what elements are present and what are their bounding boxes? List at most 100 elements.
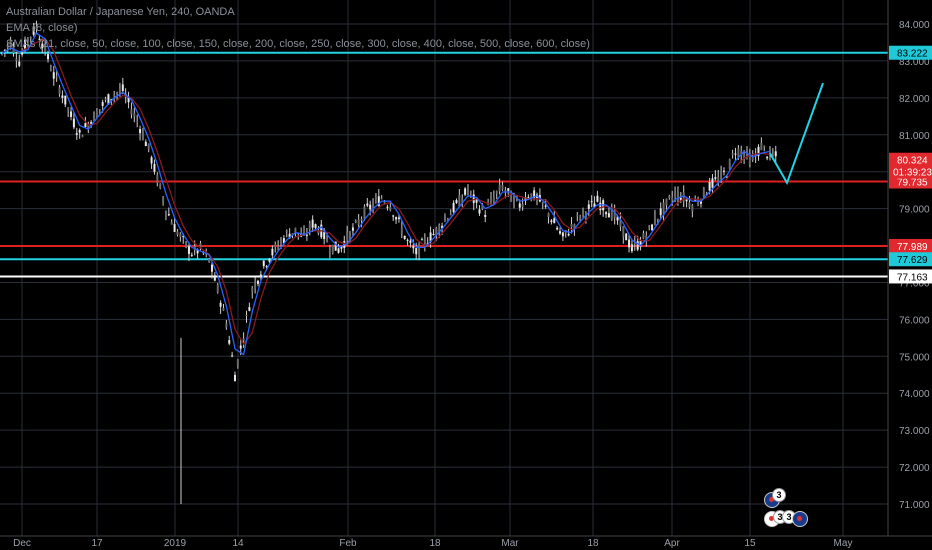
candle-body <box>722 170 725 172</box>
candle-body <box>314 224 317 228</box>
candle-body <box>328 250 331 252</box>
level-price-label: 77.629 <box>897 255 928 266</box>
candle-body <box>415 248 418 255</box>
candle-body <box>176 231 179 235</box>
candle-body <box>346 232 349 241</box>
candle-body <box>9 40 12 48</box>
candle-body <box>596 195 599 202</box>
candle-body <box>559 231 562 234</box>
candle-body <box>144 141 147 147</box>
last-price-label: 80.324 <box>897 156 928 167</box>
time-tick-label: Apr <box>664 538 680 549</box>
candle-body <box>685 199 688 202</box>
candle-body <box>590 201 593 203</box>
candle-body <box>156 174 159 184</box>
time-tick-label: 18 <box>587 538 599 549</box>
candle-body <box>274 244 277 248</box>
candle-body <box>475 199 478 203</box>
candle-body <box>228 340 231 344</box>
candle-body <box>47 54 50 60</box>
candle-body <box>642 233 645 239</box>
candle-body <box>720 170 723 179</box>
candle-body <box>337 248 340 253</box>
candle-body <box>547 213 550 218</box>
candle-body <box>472 194 475 203</box>
candle-body <box>219 302 222 307</box>
countdown-label: 01:39:23 <box>893 168 932 179</box>
candle-body <box>121 84 124 91</box>
candle-body <box>366 203 369 206</box>
candle-body <box>6 44 9 48</box>
candle-body <box>420 239 423 241</box>
candle-body <box>233 374 236 382</box>
candle-body <box>636 241 639 250</box>
time-tick-label: 14 <box>232 538 244 549</box>
candle-body <box>734 153 737 155</box>
time-tick-label: Feb <box>339 538 357 549</box>
candle-body <box>507 188 510 191</box>
candle-body <box>242 338 245 341</box>
candle-body <box>280 240 283 243</box>
price-tick-label: 75.000 <box>899 352 930 363</box>
au-flag-icon-2[interactable] <box>792 511 808 527</box>
candle-body <box>659 208 662 216</box>
candle-body <box>492 196 495 202</box>
price-tick-label: 72.000 <box>899 463 930 474</box>
time-tick-label: 2019 <box>164 538 187 549</box>
candle-body <box>648 225 651 227</box>
candle-body <box>455 200 458 203</box>
candle-body <box>262 260 265 267</box>
candle-body <box>236 359 239 367</box>
candle-body <box>521 204 524 208</box>
candle-body <box>130 109 133 115</box>
candle-body <box>21 52 24 55</box>
candle-body <box>268 258 271 262</box>
candle-body <box>406 239 409 241</box>
candle-body <box>164 210 167 215</box>
candle-body <box>101 102 104 106</box>
candle-body <box>763 145 766 147</box>
candle-body <box>452 202 455 213</box>
candle-body <box>150 157 153 164</box>
candle-body <box>386 206 389 208</box>
candle-body <box>285 230 288 232</box>
candle-body <box>372 204 375 208</box>
candle-body <box>403 235 406 239</box>
candle-body <box>116 92 119 94</box>
candle-body <box>711 178 714 188</box>
candle-body <box>29 36 32 38</box>
candle-body <box>702 187 705 197</box>
candle-body <box>185 241 188 247</box>
candle-body <box>418 243 421 256</box>
candle-body <box>518 203 521 208</box>
price-tick-label: 81.000 <box>899 131 930 142</box>
level-price-label: 77.989 <box>897 242 928 253</box>
candle-body <box>170 222 173 225</box>
candle-body <box>38 38 41 40</box>
candle-body <box>478 209 481 214</box>
candle-body <box>665 198 668 206</box>
time-tick-label: May <box>834 538 853 549</box>
candle-body <box>133 113 136 117</box>
candle-body <box>380 197 383 199</box>
candle-body <box>75 133 78 135</box>
candle-body <box>239 345 242 349</box>
candle-body <box>216 284 219 292</box>
candle-body <box>697 202 700 205</box>
price-chart[interactable]: 84.00083.00082.00081.00080.00079.00078.0… <box>0 0 932 550</box>
candle-body <box>70 111 73 117</box>
candle-body <box>466 190 469 192</box>
candle-body <box>55 76 58 78</box>
candle-body <box>363 206 366 219</box>
candle-body <box>49 70 52 72</box>
candle-body <box>187 246 190 254</box>
candle-body <box>104 98 107 100</box>
candle-body <box>113 94 116 96</box>
candle-body <box>587 204 590 209</box>
candle-body <box>84 123 87 127</box>
candle-body <box>98 109 101 111</box>
event-count-badge[interactable]: 3 <box>772 488 786 502</box>
candle-body <box>498 184 501 192</box>
candle-body <box>153 163 156 172</box>
candle-body <box>173 224 176 232</box>
